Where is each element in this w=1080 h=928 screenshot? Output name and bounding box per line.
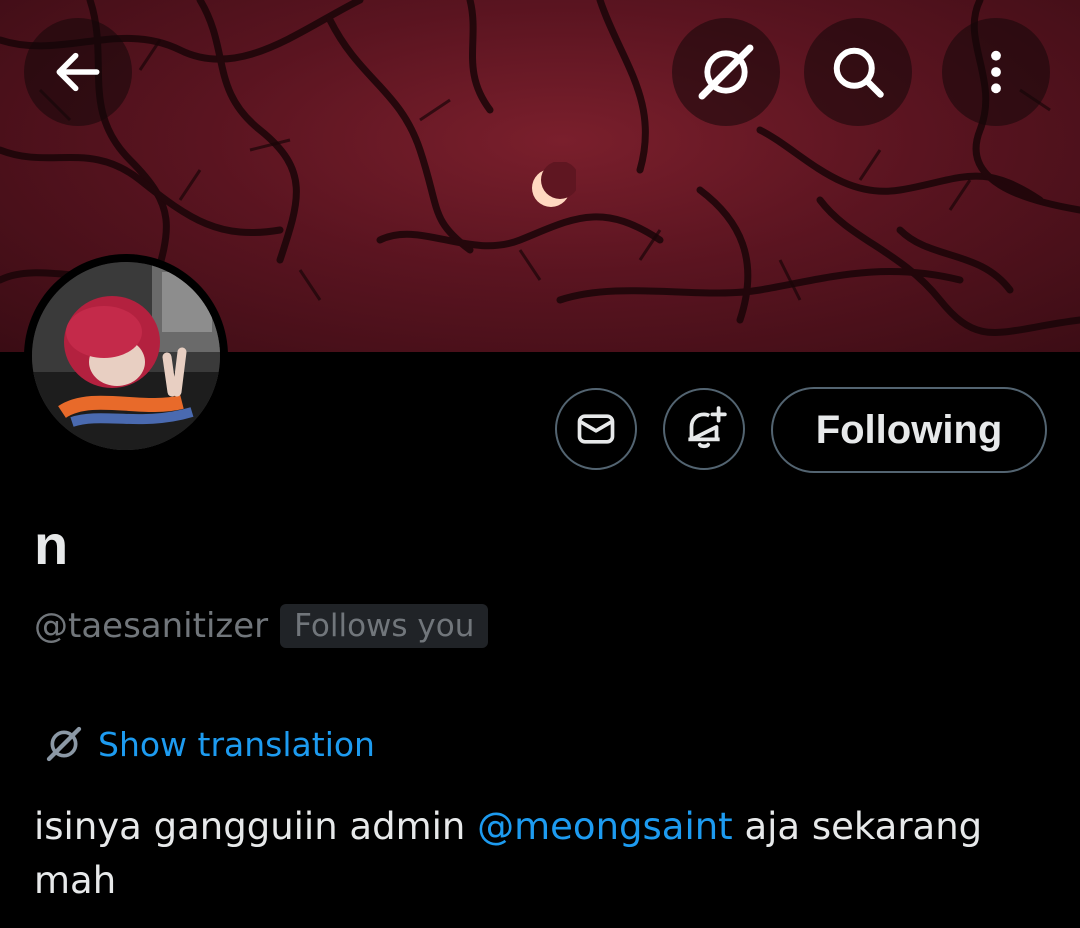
- following-button[interactable]: Following: [771, 387, 1047, 473]
- translate-icon: [46, 726, 82, 762]
- follows-you-badge: Follows you: [280, 604, 489, 648]
- translate-button[interactable]: [672, 18, 780, 126]
- envelope-icon: [577, 414, 615, 444]
- profile-avatar[interactable]: [24, 254, 228, 458]
- handle-row: @taesanitizer Follows you: [34, 604, 489, 648]
- show-translation-link[interactable]: Show translation: [44, 724, 375, 764]
- more-vertical-icon: [991, 50, 1001, 94]
- bio-text-prefix: isinya gangguiin admin: [34, 805, 478, 848]
- back-button[interactable]: [24, 18, 132, 126]
- avatar-photo: [32, 262, 220, 450]
- display-name: n: [34, 513, 69, 576]
- moon-image: [532, 162, 576, 207]
- more-button[interactable]: [942, 18, 1050, 126]
- username-handle: @taesanitizer: [34, 606, 269, 646]
- search-icon: [833, 47, 884, 98]
- bio-mention-link[interactable]: @meongsaint: [477, 805, 733, 848]
- notify-button[interactable]: [663, 388, 745, 470]
- avatar-image: [32, 262, 220, 450]
- search-button[interactable]: [804, 18, 912, 126]
- bell-plus-icon: [688, 406, 727, 449]
- arrow-left-icon: [56, 52, 100, 92]
- translate-icon: [698, 44, 754, 100]
- message-button[interactable]: [555, 388, 637, 470]
- profile-bio: isinya gangguiin admin @meongsaint aja s…: [34, 800, 1034, 908]
- show-translation-label: Show translation: [98, 724, 375, 764]
